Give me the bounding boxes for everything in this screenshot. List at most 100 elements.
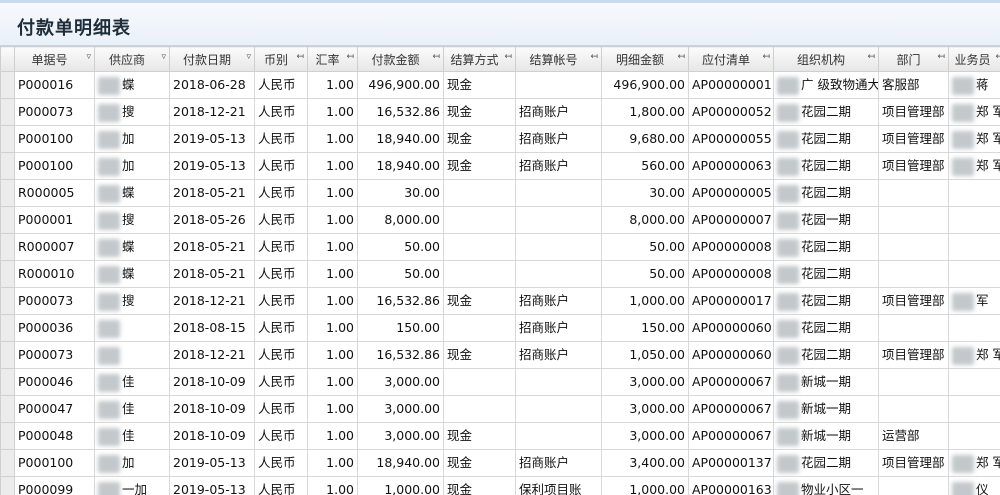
cell-doc_no[interactable]: R000005 (14, 179, 95, 207)
cell-currency[interactable]: 人民币 (254, 125, 308, 153)
cell-settle_account[interactable]: 招商账户 (515, 98, 602, 126)
cell-doc_no[interactable]: P000048 (14, 422, 95, 450)
cell-detail_amount[interactable]: 50.00 (601, 260, 689, 288)
cell-pay_date[interactable]: 2018-12-21 (169, 287, 255, 315)
table-row[interactable]: P000048 佳 2018-10-09 人民币 1.00 3,000.00 现金 3,000… (0, 422, 1000, 450)
cell-detail_amount[interactable]: 3,400.00 (601, 449, 689, 477)
cell-settle_account[interactable] (515, 206, 602, 234)
cell-detail_amount[interactable]: 3,000.00 (601, 422, 689, 450)
cell-detail_amount[interactable]: 50.00 (601, 233, 689, 261)
cell-payable_list[interactable]: AP00000052 (688, 98, 774, 126)
cell-doc_no[interactable]: P000100 (14, 152, 95, 180)
cell-rate[interactable]: 1.00 (307, 206, 358, 234)
cell-payable_list[interactable]: AP00000060 (688, 341, 774, 369)
filter-pin-icon[interactable]: ↤ (762, 52, 770, 62)
cell-currency[interactable]: 人民币 (254, 422, 308, 450)
cell-currency[interactable]: 人民币 (254, 449, 308, 477)
row-selector[interactable] (0, 341, 15, 369)
cell-org[interactable]: 广 级致物通大 (773, 71, 879, 99)
cell-payable_list[interactable]: AP00000060 (688, 314, 774, 342)
cell-doc_no[interactable]: P000036 (14, 314, 95, 342)
cell-currency[interactable]: 人民币 (254, 368, 308, 396)
cell-supplier[interactable]: 蝶 (94, 71, 170, 99)
cell-dept[interactable] (878, 233, 949, 261)
table-row[interactable]: R000005 蝶 2018-05-21 人民币 1.00 30.00 30.00 AP000… (0, 179, 1000, 207)
row-selector[interactable] (0, 71, 15, 99)
cell-salesman[interactable] (948, 314, 1000, 342)
filter-pin-icon[interactable]: ↤ (677, 52, 685, 62)
table-row[interactable]: R000007 蝶 2018-05-21 人民币 1.00 50.00 50.00 AP000… (0, 233, 1000, 261)
cell-settle_account[interactable]: 招商账户 (515, 125, 602, 153)
cell-currency[interactable]: 人民币 (254, 71, 308, 99)
cell-currency[interactable]: 人民币 (254, 287, 308, 315)
cell-salesman[interactable] (948, 233, 1000, 261)
cell-salesman[interactable]: 郑 军 (948, 125, 1000, 153)
cell-pay_date[interactable]: 2019-05-13 (169, 476, 255, 495)
cell-org[interactable]: 花园二期 (773, 341, 879, 369)
cell-pay_amount[interactable]: 30.00 (357, 179, 444, 207)
filter-pin-icon[interactable]: ↤ (296, 52, 304, 62)
table-row[interactable]: P000073 搜 2018-12-21 人民币 1.00 16,532.86 现金 招商账户… (0, 287, 1000, 315)
cell-payable_list[interactable]: AP00000008 (688, 260, 774, 288)
table-row[interactable]: P000073 2018-12-21 人民币 1.00 16,532.86 现金 招商账户 1… (0, 341, 1000, 369)
cell-currency[interactable]: 人民币 (254, 314, 308, 342)
cell-pay_amount[interactable]: 8,000.00 (357, 206, 444, 234)
cell-org[interactable]: 新城一期 (773, 422, 879, 450)
cell-org[interactable]: 新城一期 (773, 368, 879, 396)
cell-org[interactable]: 花园二期 (773, 260, 879, 288)
cell-dept[interactable]: 项目管理部 (878, 98, 949, 126)
cell-settle_account[interactable]: 招商账户 (515, 449, 602, 477)
filter-pin-icon[interactable]: ▿ (246, 52, 251, 62)
cell-pay_amount[interactable]: 16,532.86 (357, 98, 444, 126)
table-row[interactable]: P000100 加 2019-05-13 人民币 1.00 18,940.00 现金 招商账户… (0, 152, 1000, 180)
row-selector[interactable] (0, 233, 15, 261)
row-selector[interactable] (0, 152, 15, 180)
cell-payable_list[interactable]: AP00000007 (688, 206, 774, 234)
cell-supplier[interactable]: 佳 (94, 395, 170, 423)
cell-org[interactable]: 花园一期 (773, 206, 879, 234)
table-row[interactable]: P000016 蝶 2018-06-28 人民币 1.00 496,900.00 现金 496… (0, 71, 1000, 99)
payment-detail-grid[interactable]: 单据号 ▿ 供应商 ▿ 付款日期 ▿ 币别 ↤ 汇率 ↤ 付款金额 ↤ 结算方式 ↤ 结算帐号 ↤ 明细金额 ↤ 应… (0, 46, 1000, 495)
cell-detail_amount[interactable]: 3,000.00 (601, 368, 689, 396)
cell-settle_method[interactable]: 现金 (443, 71, 516, 99)
column-header-rate[interactable]: 汇率 ↤ (307, 46, 358, 72)
cell-payable_list[interactable]: AP00000163 (688, 476, 774, 495)
cell-rate[interactable]: 1.00 (307, 449, 358, 477)
cell-org[interactable]: 花园二期 (773, 449, 879, 477)
cell-detail_amount[interactable]: 1,050.00 (601, 341, 689, 369)
table-row[interactable]: P000047 佳 2018-10-09 人民币 1.00 3,000.00 3,000.0… (0, 395, 1000, 423)
cell-pay_date[interactable]: 2018-10-09 (169, 395, 255, 423)
cell-pay_date[interactable]: 2018-10-09 (169, 422, 255, 450)
cell-salesman[interactable]: 郑 军 (948, 449, 1000, 477)
cell-rate[interactable]: 1.00 (307, 233, 358, 261)
cell-currency[interactable]: 人民币 (254, 233, 308, 261)
cell-settle_method[interactable] (443, 233, 516, 261)
cell-supplier[interactable]: 蝶 (94, 179, 170, 207)
cell-pay_date[interactable]: 2018-12-21 (169, 98, 255, 126)
row-selector[interactable] (0, 395, 15, 423)
cell-detail_amount[interactable]: 496,900.00 (601, 71, 689, 99)
cell-detail_amount[interactable]: 3,000.00 (601, 395, 689, 423)
cell-settle_account[interactable] (515, 422, 602, 450)
cell-org[interactable]: 花园二期 (773, 314, 879, 342)
cell-supplier[interactable]: 蝶 (94, 233, 170, 261)
cell-pay_date[interactable]: 2018-05-26 (169, 206, 255, 234)
cell-pay_date[interactable]: 2018-05-21 (169, 260, 255, 288)
column-header-pay_date[interactable]: 付款日期 ▿ (169, 46, 255, 72)
column-header-detail_amount[interactable]: 明细金额 ↤ (601, 46, 689, 72)
cell-pay_amount[interactable]: 16,532.86 (357, 287, 444, 315)
cell-payable_list[interactable]: AP00000063 (688, 152, 774, 180)
cell-settle_account[interactable]: 招商账户 (515, 341, 602, 369)
cell-doc_no[interactable]: P000073 (14, 287, 95, 315)
cell-settle_account[interactable] (515, 179, 602, 207)
cell-payable_list[interactable]: AP00000055 (688, 125, 774, 153)
cell-doc_no[interactable]: P000001 (14, 206, 95, 234)
row-selector[interactable] (0, 449, 15, 477)
column-header-settle_method[interactable]: 结算方式 ↤ (443, 46, 516, 72)
cell-settle_account[interactable]: 招商账户 (515, 287, 602, 315)
filter-pin-icon[interactable]: ↤ (346, 52, 354, 62)
cell-settle_method[interactable]: 现金 (443, 449, 516, 477)
cell-org[interactable]: 物业小区一 (773, 476, 879, 495)
cell-settle_method[interactable]: 现金 (443, 152, 516, 180)
cell-detail_amount[interactable]: 30.00 (601, 179, 689, 207)
